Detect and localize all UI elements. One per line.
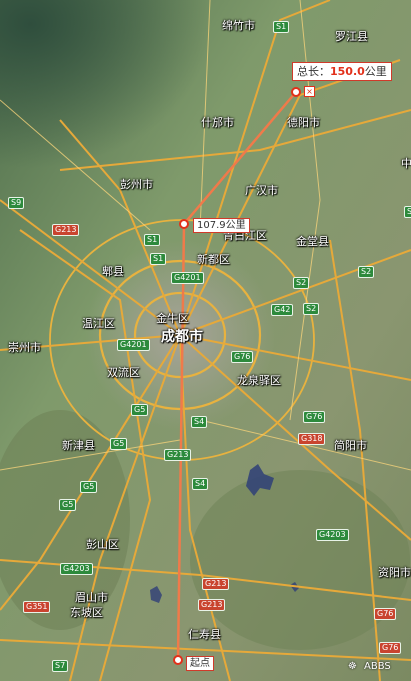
city-pengzhou[interactable]: 彭州市 (120, 179, 153, 191)
g5-shield: G5 (59, 499, 77, 511)
route-close-icon[interactable]: × (304, 86, 315, 97)
route-waypoint-marker[interactable] (179, 219, 189, 229)
city-guanghan[interactable]: 广汉市 (245, 185, 278, 197)
city-jinniu[interactable]: 金牛区 (156, 313, 189, 325)
city-shuangliu[interactable]: 双流区 (107, 367, 140, 379)
city-xinjin[interactable]: 新津县 (62, 440, 95, 452)
g318-shield: G318 (298, 433, 326, 445)
g351-shield: G351 (23, 601, 51, 613)
city-wenjiang[interactable]: 温江区 (82, 318, 115, 330)
city-luojiang[interactable]: 罗江县 (335, 31, 368, 43)
s7-shield: S7 (52, 660, 69, 672)
s8-shield: S8 (404, 206, 411, 218)
g4203-shield: G4203 (60, 563, 93, 575)
city-longquanyi[interactable]: 龙泉驿区 (237, 375, 281, 387)
s1-shield: S1 (144, 234, 161, 246)
city-deyang[interactable]: 德阳市 (287, 117, 320, 129)
city-chengdu[interactable]: 成都市 (161, 330, 203, 345)
g5-shield: G5 (131, 404, 149, 416)
g4203-shield: G4203 (316, 529, 349, 541)
map-view[interactable]: S1 S9 G213 S1 S1 S8 G4201 S2 S2 G42 S2 G… (0, 0, 411, 681)
watermark-icon: ☸ (348, 661, 357, 672)
g4201-shield: G4201 (117, 339, 150, 351)
total-distance-prefix: 总长： (297, 65, 330, 78)
g42-shield: G42 (271, 304, 294, 316)
total-distance-unit: 公里 (364, 65, 387, 78)
g213-shield: G213 (52, 224, 80, 236)
s2-shield: S2 (293, 277, 310, 289)
total-distance-label: 总长：150.0公里 (292, 62, 392, 81)
g213-shield: G213 (198, 599, 226, 611)
g5-shield: G5 (110, 438, 128, 450)
city-pixian[interactable]: 郫县 (102, 266, 124, 278)
s9-shield: S9 (8, 197, 25, 209)
city-mianzhu[interactable]: 绵竹市 (222, 20, 255, 32)
s4-shield: S4 (192, 478, 209, 490)
city-dongpo[interactable]: 东坡区 (70, 607, 103, 619)
g213-shield: G213 (202, 578, 230, 590)
g76-shield: G76 (379, 642, 402, 654)
route-start-marker[interactable] (173, 655, 183, 665)
city-xindu[interactable]: 新都区 (197, 254, 230, 266)
total-distance-value: 150.0 (330, 65, 365, 78)
city-shifang[interactable]: 什邡市 (201, 117, 234, 129)
g5-shield: G5 (80, 481, 98, 493)
city-jianyang[interactable]: 简阳市 (334, 440, 367, 452)
g76-shield: G76 (303, 411, 326, 423)
watermark-text: ABBS (364, 661, 391, 672)
city-pengshan[interactable]: 彭山区 (86, 539, 119, 551)
g213-shield: G213 (164, 449, 192, 461)
s1-shield: S1 (273, 21, 290, 33)
s1-shield: S1 (150, 253, 167, 265)
city-meishan[interactable]: 眉山市 (75, 592, 108, 604)
city-ziyang[interactable]: 资阳市 (378, 567, 411, 579)
s2-shield: S2 (358, 266, 375, 278)
s2-shield: S2 (303, 303, 320, 315)
waypoint-distance-label: 107.9公里 (193, 218, 250, 233)
start-point-label: 起点 (186, 656, 214, 671)
city-zhong-partial[interactable]: 中 (401, 158, 411, 170)
g4201-shield: G4201 (171, 272, 204, 284)
city-chongzhou[interactable]: 崇州市 (8, 342, 41, 354)
g76-shield: G76 (231, 351, 254, 363)
s4-shield: S4 (191, 416, 208, 428)
g76-shield: G76 (374, 608, 397, 620)
city-jintang[interactable]: 金堂县 (296, 236, 329, 248)
route-end-marker[interactable] (291, 87, 301, 97)
city-renshou[interactable]: 仁寿县 (188, 629, 221, 641)
